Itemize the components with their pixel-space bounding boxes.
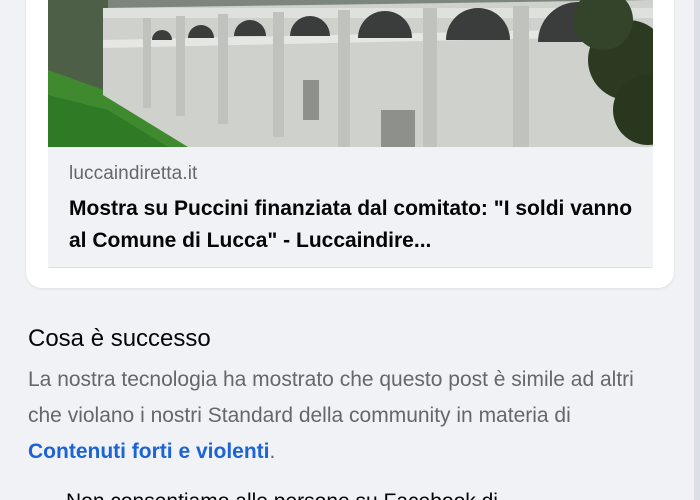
section-body-text: La nostra tecnologia ha mostrato che que… <box>28 368 634 427</box>
content-review-screen: luccaindiretta.it Mostra su Puccini fina… <box>0 0 700 500</box>
link-preview-text[interactable]: luccaindiretta.it Mostra su Puccini fina… <box>48 147 653 268</box>
link-preview[interactable]: luccaindiretta.it Mostra su Puccini fina… <box>48 0 653 268</box>
next-paragraph: Non consentiamo alle persone su Facebook… <box>66 486 666 500</box>
link-title[interactable]: Mostra su Puccini finanziata dal comitat… <box>69 193 639 257</box>
link-domain: luccaindiretta.it <box>69 163 198 184</box>
section-body: La nostra tecnologia ha mostrato che que… <box>28 362 648 470</box>
section-body-end: . <box>269 440 276 463</box>
link-preview-image[interactable] <box>48 0 653 147</box>
section-heading: Cosa è successo <box>28 325 211 352</box>
community-standards-link[interactable]: Contenuti forti e violenti <box>28 440 270 463</box>
scroll-edge <box>694 0 700 500</box>
